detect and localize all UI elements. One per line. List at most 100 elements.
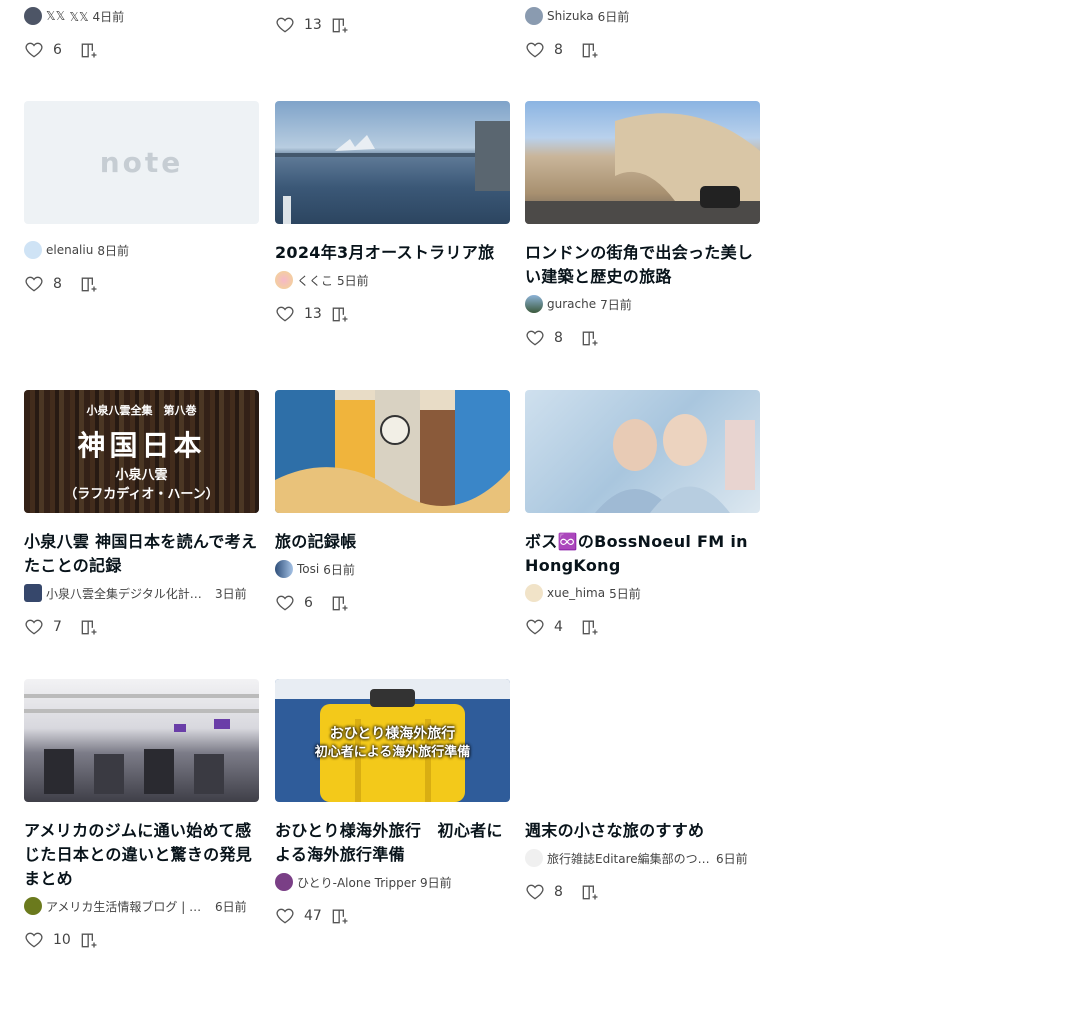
- creator-name[interactable]: Tosi: [297, 562, 319, 576]
- card-title[interactable]: 週末の小さな旅のすすめ: [525, 819, 760, 843]
- thumbnail-placeholder[interactable]: note: [24, 101, 259, 224]
- note-card[interactable]: 旅の記録帳 Tosi 6日前 6: [275, 390, 510, 615]
- post-date: 5日前: [337, 273, 369, 288]
- heart-icon[interactable]: [525, 617, 545, 637]
- heart-icon[interactable]: [525, 882, 545, 902]
- like-count: 7: [53, 619, 62, 635]
- add-to-magazine-icon[interactable]: [330, 304, 350, 324]
- card-title[interactable]: ボス♾️のBossNoeul FM in HongKong: [525, 530, 760, 578]
- heart-icon[interactable]: [275, 593, 295, 613]
- add-to-magazine-icon[interactable]: [79, 40, 99, 60]
- creator-name[interactable]: くくこ: [297, 272, 333, 289]
- post-date: 6日前: [716, 851, 748, 866]
- note-card[interactable]: おひとり様海外旅行 初心者による海外旅行準備 おひとり様海外旅行 初心者による海…: [275, 679, 510, 928]
- creator-name[interactable]: アメリカ生活情報ブログ | 海外移住 | ワーホリ情報まとめ: [46, 898, 211, 915]
- heart-icon[interactable]: [275, 906, 295, 926]
- card-title[interactable]: 2024年3月オーストラリア旅: [275, 241, 510, 265]
- note-card[interactable]: アメリカのジムに通い始めて感じた日本との違いと驚きの発見まとめ アメリカ生活情報…: [24, 679, 259, 952]
- thumbnail-suitcase-photo[interactable]: おひとり様海外旅行 初心者による海外旅行準備: [275, 679, 510, 802]
- note-card[interactable]: ボス♾️のBossNoeul FM in HongKong xue_hima 5…: [525, 390, 760, 639]
- thumbnail-caption-top: おひとり様海外旅行: [329, 726, 456, 742]
- thumbnail-gym-photo[interactable]: [24, 679, 259, 802]
- thumbnail-street-photo[interactable]: [525, 101, 760, 224]
- card-title[interactable]: ロンドンの街角で出会った美しい建築と歴史の旅路: [525, 241, 760, 289]
- heart-icon[interactable]: [525, 40, 545, 60]
- avatar[interactable]: [24, 7, 42, 25]
- avatar[interactable]: [24, 897, 42, 915]
- post-date: 6日前: [215, 899, 247, 914]
- cover-series: 小泉八雲全集 第八巻: [86, 404, 197, 417]
- avatar[interactable]: [24, 241, 42, 259]
- card-title[interactable]: おひとり様海外旅行 初心者による海外旅行準備: [275, 819, 510, 867]
- add-to-magazine-icon[interactable]: [580, 882, 600, 902]
- creator-name[interactable]: 𝕏𝕏: [46, 9, 65, 23]
- post-date: 9日前: [420, 875, 452, 890]
- card-title[interactable]: 旅の記録帳: [275, 530, 510, 554]
- like-count: 4: [554, 619, 563, 635]
- harbor-illustration: [275, 121, 510, 224]
- add-to-magazine-icon[interactable]: [79, 617, 99, 637]
- like-count: 8: [554, 330, 563, 346]
- add-to-magazine-icon[interactable]: [580, 40, 600, 60]
- avatar[interactable]: [275, 873, 293, 891]
- like-count: 10: [53, 932, 71, 948]
- card-title[interactable]: アメリカのジムに通い始めて感じた日本との違いと驚きの発見まとめ: [24, 819, 259, 891]
- thumbnail-city-art[interactable]: [275, 390, 510, 513]
- note-logo: note: [99, 146, 184, 179]
- creator-name[interactable]: 小泉八雲全集デジタル化計画 編集部: [46, 585, 211, 602]
- heart-icon[interactable]: [525, 328, 545, 348]
- post-date: 7日前: [600, 297, 632, 312]
- heart-icon[interactable]: [24, 40, 44, 60]
- thumbnail-poster-photo[interactable]: [525, 390, 760, 513]
- note-card[interactable]: 2024年3月オーストラリア旅 くくこ 5日前 13: [275, 101, 510, 326]
- add-to-magazine-icon[interactable]: [330, 906, 350, 926]
- avatar[interactable]: [525, 7, 543, 25]
- thumbnail-caption-main: 初心者による海外旅行準備: [314, 745, 471, 760]
- creator-name[interactable]: xue_hima: [547, 586, 605, 600]
- heart-icon[interactable]: [24, 617, 44, 637]
- note-card[interactable]: 小泉八雲全集 第八巻 神国日本 小泉八雲 （ラフカディオ・ハーン） 小泉八雲 神…: [24, 390, 259, 639]
- creator-name[interactable]: ひとり-Alone Tripper: [297, 874, 416, 891]
- like-count: 13: [304, 17, 322, 33]
- partial-card-1[interactable]: 𝕏𝕏 𝕏𝕏 4日前 6: [24, 7, 259, 62]
- thumbnail-empty[interactable]: [525, 679, 760, 802]
- note-card[interactable]: 週末の小さな旅のすすめ 旅行雑誌Editare編集部のつぶやき 6日前 8: [525, 679, 760, 904]
- gym-illustration: [24, 694, 259, 794]
- add-to-magazine-icon[interactable]: [580, 617, 600, 637]
- creator-name[interactable]: elenaliu: [46, 243, 93, 257]
- creator-name[interactable]: gurache: [547, 297, 596, 311]
- heart-icon[interactable]: [24, 930, 44, 950]
- avatar[interactable]: [275, 271, 293, 289]
- thumbnail-harbor-photo[interactable]: [275, 101, 510, 224]
- partial-card-2[interactable]: 13: [275, 13, 510, 37]
- note-card[interactable]: ロンドンの街角で出会った美しい建築と歴史の旅路 gurache 7日前 8: [525, 101, 760, 350]
- partial-card-3[interactable]: Shizuka 6日前 8: [525, 7, 760, 62]
- add-to-magazine-icon[interactable]: [330, 593, 350, 613]
- add-to-magazine-icon[interactable]: [79, 930, 99, 950]
- add-to-magazine-icon[interactable]: [330, 15, 350, 35]
- avatar[interactable]: [525, 584, 543, 602]
- post-date: 𝕏𝕏 4日前: [69, 9, 125, 24]
- post-date: 6日前: [323, 562, 355, 577]
- avatar[interactable]: [275, 560, 293, 578]
- add-to-magazine-icon[interactable]: [79, 274, 99, 294]
- creator-name[interactable]: 旅行雑誌Editare編集部のつぶやき: [547, 850, 712, 867]
- like-count: 8: [53, 276, 62, 292]
- creator-name[interactable]: Shizuka: [547, 9, 594, 23]
- heart-icon[interactable]: [275, 304, 295, 324]
- avatar[interactable]: [525, 849, 543, 867]
- cover-author-alt: （ラフカディオ・ハーン）: [64, 487, 219, 502]
- post-date: 3日前: [215, 586, 247, 601]
- card-title[interactable]: 小泉八雲 神国日本を読んで考えたことの記録: [24, 530, 259, 578]
- street-illustration: [525, 113, 760, 224]
- poster-illustration: [595, 414, 755, 513]
- avatar[interactable]: [24, 584, 42, 602]
- note-card[interactable]: note elenaliu 8日前 8: [24, 101, 259, 296]
- heart-icon[interactable]: [24, 274, 44, 294]
- thumbnail-book-cover[interactable]: 小泉八雲全集 第八巻 神国日本 小泉八雲 （ラフカディオ・ハーン）: [24, 390, 259, 513]
- avatar[interactable]: [525, 295, 543, 313]
- cover-author: 小泉八雲: [115, 468, 168, 483]
- add-to-magazine-icon[interactable]: [580, 328, 600, 348]
- heart-icon[interactable]: [275, 15, 295, 35]
- cover-title: 神国日本: [77, 429, 206, 462]
